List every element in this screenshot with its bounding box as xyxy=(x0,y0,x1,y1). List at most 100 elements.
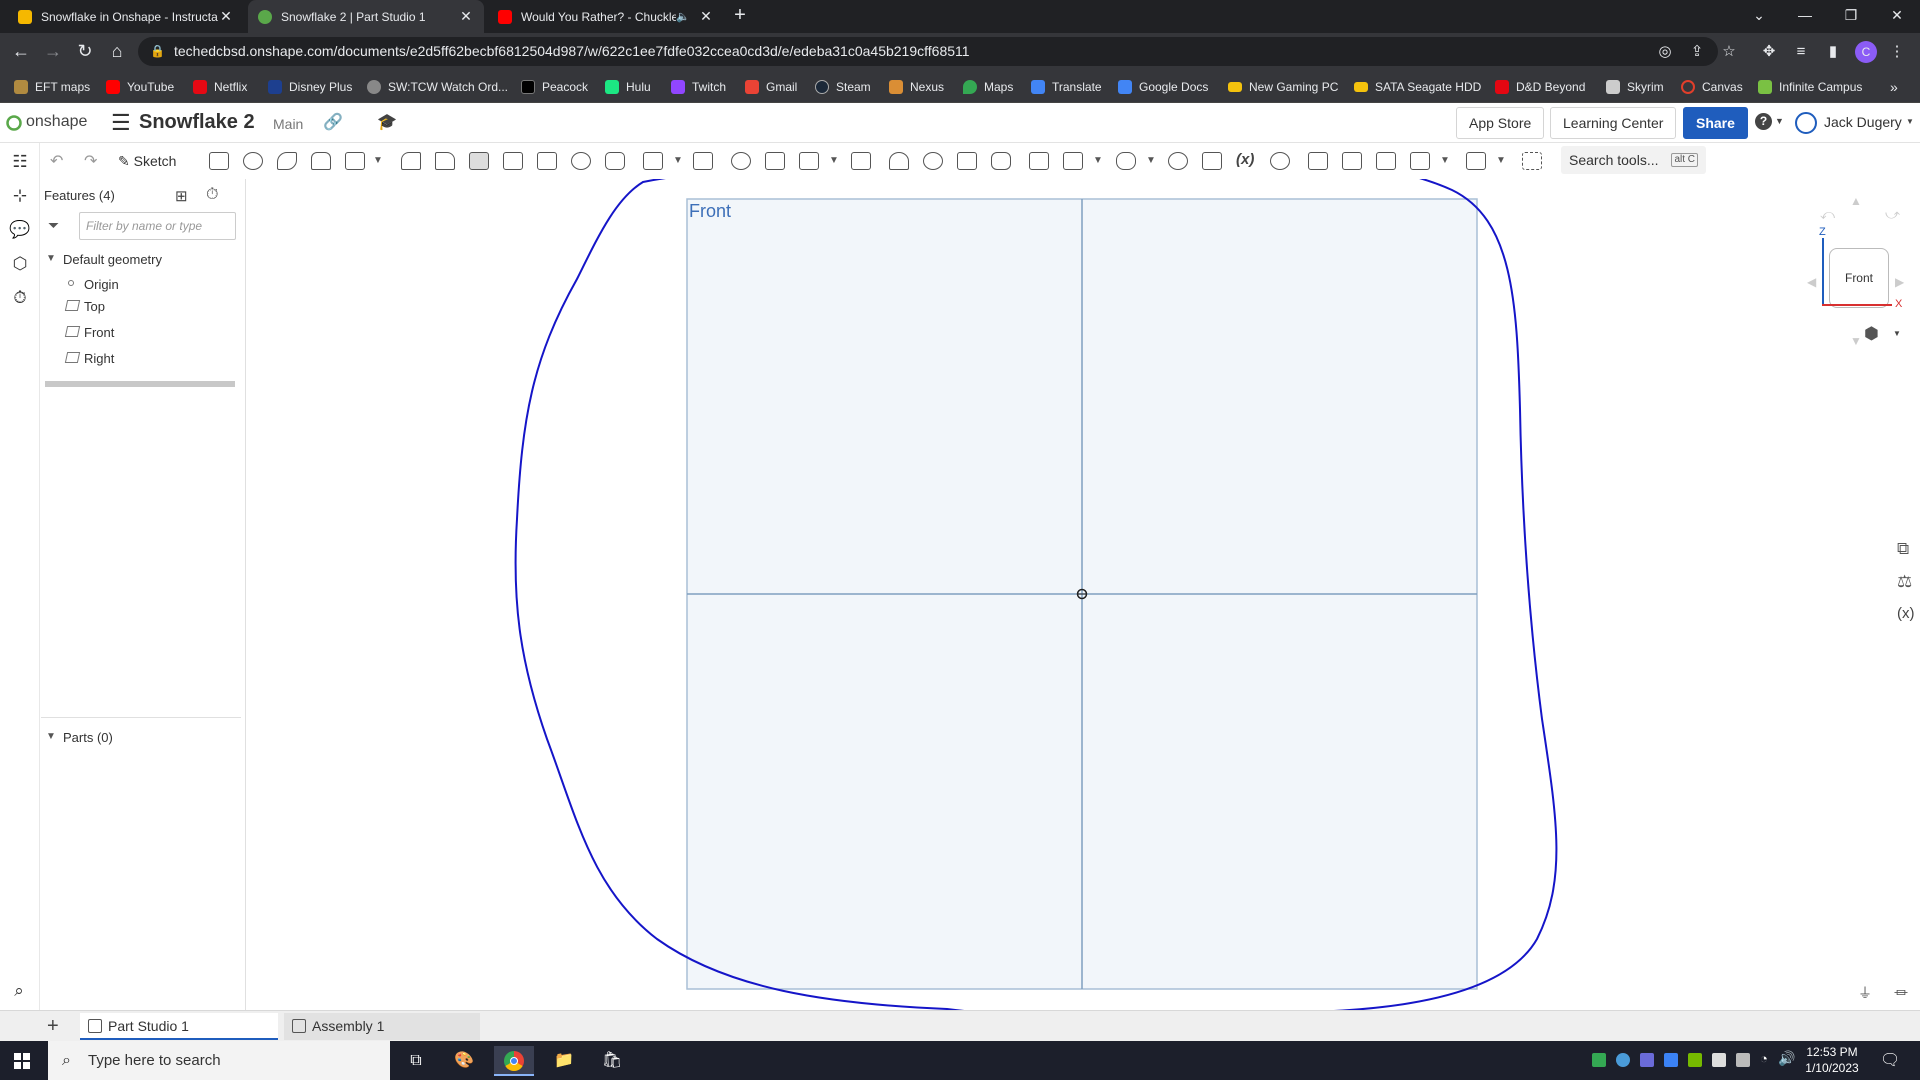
restore-button[interactable]: ❐ xyxy=(1828,0,1874,33)
bookmark-star-icon[interactable]: ☆ xyxy=(1718,41,1740,63)
feature-item-top[interactable]: Top xyxy=(84,299,105,314)
fillet-icon[interactable] xyxy=(401,152,421,170)
bookmarks-overflow-button[interactable]: » xyxy=(1890,77,1898,97)
mate-connector-icon[interactable] xyxy=(1063,152,1083,170)
reading-list-icon[interactable]: ≡ xyxy=(1790,41,1812,63)
browser-tab-onshape[interactable]: Snowflake 2 | Part Studio 1 ✕ xyxy=(248,0,484,33)
loft-icon[interactable] xyxy=(311,152,331,170)
bookmark-translate[interactable]: Translate xyxy=(1031,77,1102,97)
view-cube-front-face[interactable]: Front xyxy=(1829,248,1889,308)
transform-icon[interactable] xyxy=(799,152,819,170)
back-icon[interactable]: ← xyxy=(8,39,34,65)
bookmark-google-docs[interactable]: Google Docs xyxy=(1118,77,1208,97)
unit-settings-icon[interactable]: ⏛ xyxy=(1894,983,1908,1003)
add-folder-icon[interactable]: ⊞ xyxy=(175,187,188,205)
close-window-button[interactable]: ✕ xyxy=(1874,0,1920,33)
security-icon[interactable] xyxy=(1712,1053,1726,1067)
wifi-icon[interactable]: ◔ xyxy=(1760,1051,1768,1066)
tray-app-icon[interactable] xyxy=(1592,1053,1606,1067)
add-custom-feature-icon[interactable] xyxy=(1522,152,1542,170)
hole-icon[interactable] xyxy=(571,152,591,170)
spline-icon[interactable] xyxy=(1168,152,1188,170)
new-tab-button[interactable]: + xyxy=(725,0,755,33)
rotate-cw-arrow-icon[interactable]: ⤻ xyxy=(1885,206,1900,223)
chevron-down-icon[interactable]: ▼ xyxy=(1093,155,1103,166)
chevron-down-icon[interactable]: ▼ xyxy=(1146,155,1156,166)
browser-tab-youtube[interactable]: Would You Rather? - Chuckle 🔈 ✕ xyxy=(488,0,724,33)
undo-icon[interactable]: ↶ xyxy=(50,151,63,171)
bookmark-eft-maps[interactable]: EFT maps xyxy=(14,77,90,97)
revolve-icon[interactable] xyxy=(243,152,263,170)
minimize-button[interactable]: — xyxy=(1782,0,1828,33)
nvidia-icon[interactable] xyxy=(1688,1053,1702,1067)
filter-input[interactable]: Filter by name or type xyxy=(79,212,236,240)
bookmark-maps[interactable]: Maps xyxy=(963,77,1013,97)
thicken-icon[interactable] xyxy=(345,152,365,170)
rotate-left-arrow-icon[interactable]: ◀ xyxy=(1807,275,1816,289)
share-button[interactable]: Share xyxy=(1683,107,1748,139)
sheet-metal-icon[interactable] xyxy=(1270,152,1290,170)
tab-part-studio-1[interactable]: Part Studio 1 xyxy=(80,1013,278,1040)
linear-pattern-icon[interactable] xyxy=(643,152,663,170)
variables-table-icon[interactable]: (x) xyxy=(1897,605,1915,622)
google-lens-icon[interactable]: ◎ xyxy=(1654,41,1676,63)
delete-face-icon[interactable] xyxy=(923,152,943,170)
task-view-icon[interactable]: ⧉ xyxy=(396,1046,436,1076)
modify-fillet-icon[interactable] xyxy=(889,152,909,170)
chrome-menu-icon[interactable]: ⋮ xyxy=(1886,41,1908,63)
chevron-down-icon[interactable]: ▼ xyxy=(829,155,839,166)
help-icon[interactable]: ? xyxy=(1755,113,1772,130)
search-tools-input[interactable]: Search tools... alt C xyxy=(1561,146,1706,174)
sweep-icon[interactable] xyxy=(277,152,297,170)
close-tab-icon[interactable]: ✕ xyxy=(698,8,714,25)
measure-tool-icon[interactable]: ⏚ xyxy=(1858,983,1872,1003)
bookmark-nexus[interactable]: Nexus xyxy=(889,77,944,97)
delete-part-icon[interactable] xyxy=(851,152,871,170)
variable-icon[interactable]: (x) xyxy=(1236,151,1254,168)
rotate-up-arrow-icon[interactable]: ▲ xyxy=(1850,194,1862,208)
address-bar[interactable]: 🔒 techedcbsd.onshape.com/documents/e2d5f… xyxy=(138,37,1718,66)
bookmark-skyrim[interactable]: Skyrim xyxy=(1606,77,1664,97)
history-timer-icon[interactable]: ⏱ xyxy=(9,287,31,309)
feature-list-icon[interactable]: ☷ xyxy=(9,151,31,173)
file-explorer-icon[interactable]: 📁 xyxy=(544,1046,584,1076)
tab-search-icon[interactable]: ⌄ xyxy=(1736,0,1782,33)
teams-icon[interactable] xyxy=(1640,1053,1654,1067)
bookmark-netflix[interactable]: Netflix xyxy=(193,77,247,97)
rotate-ccw-arrow-icon[interactable]: ⤺ xyxy=(1820,206,1835,223)
speaker-icon[interactable]: 🔈 xyxy=(676,10,690,23)
frame-icon[interactable] xyxy=(1308,152,1328,170)
mirror-icon[interactable] xyxy=(693,152,713,170)
windows-start-icon[interactable] xyxy=(14,1053,30,1069)
rollback-bar[interactable] xyxy=(45,381,235,387)
sketch-button[interactable]: ✎ Sketch xyxy=(112,148,182,174)
chamfer-icon[interactable] xyxy=(435,152,455,170)
document-title[interactable]: Snowflake 2 xyxy=(139,111,255,134)
app-store-button[interactable]: App Store xyxy=(1456,107,1545,139)
chevron-down-icon[interactable]: ▼ xyxy=(1496,155,1506,166)
graphics-viewport[interactable]: Front ▲ ⤺ ⤻ ◀ ▶ ▼ Front Z X ⬢ ▼ ⧉ ⚖ (x) … xyxy=(247,179,1920,1010)
bookmark-new-gaming-pc[interactable]: New Gaming PC xyxy=(1228,77,1338,97)
extensions-icon[interactable]: ✥ xyxy=(1758,41,1780,63)
rotate-down-arrow-icon[interactable]: ▼ xyxy=(1850,334,1862,348)
tab-assembly-1[interactable]: Assembly 1 xyxy=(284,1013,480,1040)
notification-center-icon[interactable]: 🗨 xyxy=(1880,1050,1900,1070)
side-panel-icon[interactable]: ▮ xyxy=(1822,41,1844,63)
chevron-down-icon[interactable]: ▼ xyxy=(1775,116,1784,126)
bookmark-infinite-campus[interactable]: Infinite Campus xyxy=(1758,77,1862,97)
close-tab-icon[interactable]: ✕ xyxy=(458,8,474,25)
bookmark-sw-tcw[interactable]: SW:TCW Watch Ord... xyxy=(367,77,508,97)
chevron-down-icon[interactable]: ▼ xyxy=(46,731,56,742)
bookmark-steam[interactable]: Steam xyxy=(815,77,871,97)
chevron-down-icon[interactable]: ▼ xyxy=(673,155,683,166)
thread-icon[interactable] xyxy=(605,152,625,170)
onedrive-icon[interactable] xyxy=(1616,1053,1630,1067)
link-icon[interactable]: 🔗 xyxy=(323,112,343,132)
bookmark-hulu[interactable]: Hulu xyxy=(605,77,651,97)
user-avatar-icon[interactable] xyxy=(1795,112,1817,134)
redo-icon[interactable]: ↷ xyxy=(84,151,97,171)
fill-icon[interactable] xyxy=(1410,152,1430,170)
add-feature-icon[interactable]: ⊹ xyxy=(9,185,31,207)
bluetooth-icon[interactable] xyxy=(1664,1053,1678,1067)
boolean-icon[interactable] xyxy=(731,152,751,170)
